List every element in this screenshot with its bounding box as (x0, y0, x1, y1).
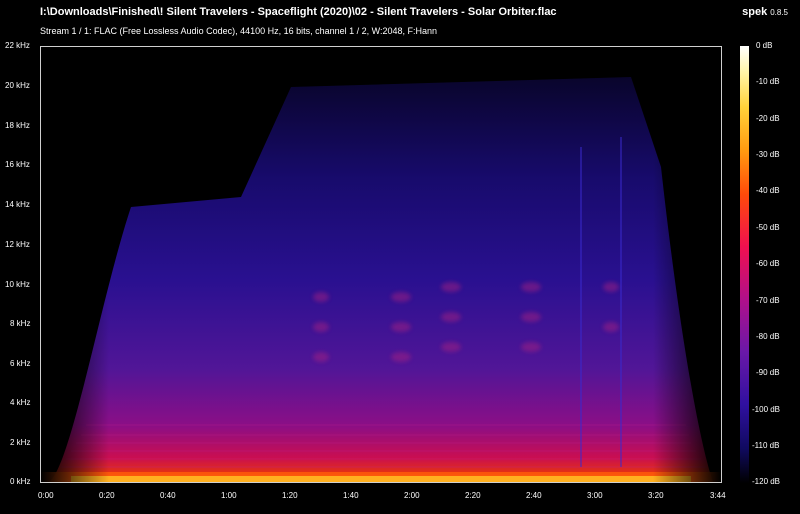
db-label: -40 dB (756, 186, 780, 195)
freq-label: 4 kHz (10, 398, 31, 407)
time-label: 2:20 (465, 491, 481, 500)
time-label: 0:20 (99, 491, 115, 500)
time-label: 1:40 (343, 491, 359, 500)
time-label: 0:40 (160, 491, 176, 500)
time-label: 1:20 (282, 491, 298, 500)
freq-label: 12 kHz (5, 240, 30, 249)
db-label: -110 dB (752, 441, 780, 450)
time-label: 3:20 (648, 491, 664, 500)
db-label: -10 dB (756, 77, 780, 86)
freq-label: 10 kHz (5, 280, 30, 289)
file-path-title: I:\Downloads\Finished\! Silent Travelers… (40, 6, 557, 18)
freq-label: 8 kHz (10, 319, 31, 328)
spectrogram-plot[interactable] (40, 46, 722, 483)
time-label: 3:00 (587, 491, 603, 500)
spectrogram-image (41, 47, 721, 482)
db-label: -120 dB (752, 477, 781, 486)
freq-label: 20 kHz (5, 81, 30, 90)
time-label: 2:00 (404, 491, 420, 500)
db-label: -80 dB (756, 332, 780, 341)
app-version: 0.8.5 (770, 8, 788, 17)
freq-label: 14 kHz (5, 200, 30, 209)
db-label: -90 dB (756, 368, 780, 377)
app-name: spek (742, 6, 768, 18)
time-label: 1:00 (221, 491, 237, 500)
freq-label: 2 kHz (10, 438, 31, 447)
db-label: -30 dB (756, 150, 780, 159)
freq-label: 6 kHz (10, 359, 31, 368)
db-label: -50 dB (756, 223, 780, 232)
db-label: -70 dB (756, 296, 780, 305)
time-label: 0:00 (38, 491, 54, 500)
db-label: -20 dB (756, 114, 780, 123)
stream-info: Stream 1 / 1: FLAC (Free Lossless Audio … (40, 26, 438, 36)
freq-label: 0 kHz (10, 477, 31, 486)
app-brand: spek 0.8.5 (742, 6, 788, 18)
db-label: 0 dB (756, 41, 773, 50)
time-label: 3:44 (710, 491, 726, 500)
db-label: -100 dB (752, 405, 781, 414)
db-label: -60 dB (756, 259, 780, 268)
time-label: 2:40 (526, 491, 542, 500)
freq-label: 22 kHz (5, 41, 30, 50)
freq-label: 16 kHz (5, 160, 30, 169)
freq-label: 18 kHz (5, 121, 30, 130)
db-colorbar (740, 46, 749, 483)
